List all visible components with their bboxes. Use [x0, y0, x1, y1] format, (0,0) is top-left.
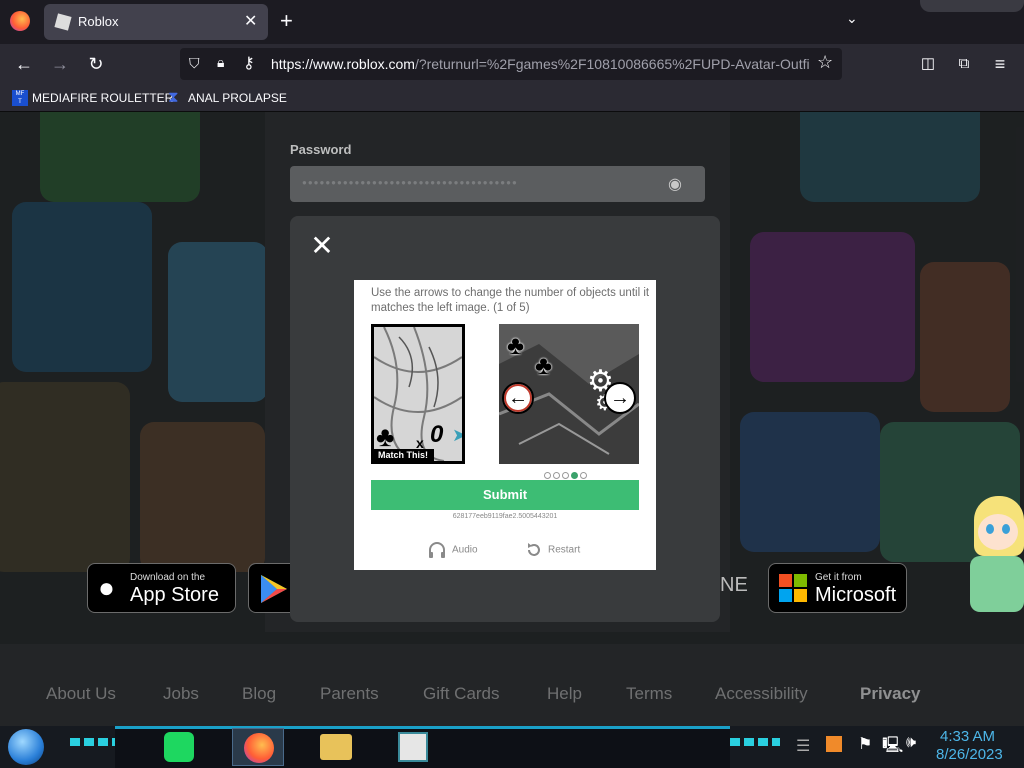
window-frame-decoration [920, 0, 1024, 12]
url-text[interactable]: https://www.roblox.com/?returnurl=%2Fgam… [271, 56, 811, 72]
desktop-sticker-character [966, 496, 1024, 612]
firefox-app-icon[interactable] [232, 728, 284, 766]
tray-app-icon[interactable] [826, 736, 842, 752]
tab-title: Roblox [78, 14, 119, 29]
url-bar[interactable]: ⛉ 🔒︎ ⚷ https://www.roblox.com/?returnurl… [180, 48, 842, 80]
captcha-modal: ✕ Use the arrows to change the number of… [290, 216, 720, 622]
apple-logo-icon: ● [98, 572, 115, 603]
google-play-badge[interactable] [248, 563, 292, 613]
app-store-small: Download on the [130, 572, 206, 583]
password-mask: ●●●●●●●●●●●●●●●●●●●●●●●●●●●●●●●●●●●●● [302, 178, 518, 187]
clock-date[interactable]: 8/26/2023 [936, 746, 1003, 763]
extensions-icon[interactable]: ⧉ [952, 54, 976, 74]
session-id: 628177eeb9119fae2.5005443201 [452, 513, 558, 520]
close-icon[interactable]: ✕ [310, 232, 334, 260]
footer-link-help[interactable]: Help [547, 684, 582, 704]
google-play-icon [261, 575, 287, 603]
site-footer: About Us Jobs Blog Parents Gift Cards Help Ter… [0, 644, 1024, 726]
menu-hamburger-icon[interactable]: ≡ [988, 54, 1012, 74]
reload-icon[interactable]: ↻ [84, 54, 108, 74]
bookmarks-toolbar: MF T MEDIAFIRE ROULETTER ⧗ ANAL PROLAPSE [0, 84, 1024, 112]
browser-tab-bar: Roblox ✕ + ⌄ [0, 0, 1024, 44]
submit-button[interactable]: Submit [371, 480, 639, 510]
captcha-instruction: Use the arrows to change the number of o… [371, 287, 650, 314]
progress-dot [553, 472, 560, 479]
match-this-label: Match This! [374, 449, 435, 461]
url-host: https://www.roblox.com [271, 56, 415, 72]
restart-icon [528, 543, 540, 556]
footer-link-accessibility[interactable]: Accessibility [715, 684, 808, 704]
url-path: /?returnurl=%2Fgames%2F10810086665%2FUPD… [414, 56, 810, 72]
increase-arrow-button[interactable]: → [604, 382, 636, 414]
paw-shape-icon: ♣ [535, 350, 553, 380]
app-store-badge[interactable]: ● Download on the App Store [87, 563, 236, 613]
password-field[interactable]: ●●●●●●●●●●●●●●●●●●●●●●●●●●●●●●●●●●●●● ◉ [290, 166, 705, 202]
footer-link-terms[interactable]: Terms [626, 684, 672, 704]
lock-icon[interactable]: 🔒︎ [217, 54, 224, 71]
count-digit-shape: 0 [430, 421, 444, 448]
spotify-app-icon[interactable] [164, 732, 194, 762]
tab-close-icon[interactable]: ✕ [244, 11, 257, 31]
clock-time[interactable]: 4:33 AM [940, 728, 995, 745]
footer-link-parents[interactable]: Parents [320, 684, 379, 704]
taskbar: ☰ ⚑ 🖳 🕪 4:33 AM 8/26/2023 [0, 726, 1024, 768]
arrow-right-icon: → [610, 387, 630, 409]
roblox-favicon-icon [54, 13, 72, 31]
ms-store-big: Microsoft [815, 584, 897, 606]
progress-dot [562, 472, 569, 479]
partial-store-badge-text: NE [720, 574, 748, 596]
password-label: Password [290, 142, 352, 157]
headphones-icon [429, 542, 445, 558]
footer-link-gift-cards[interactable]: Gift Cards [423, 684, 500, 704]
new-tab-icon[interactable]: + [280, 8, 293, 34]
browser-nav-bar: ← → ↻ ⛉ 🔒︎ ⚷ https://www.roblox.com/?ret… [0, 44, 1024, 84]
network-icon[interactable]: 🖳 [882, 734, 903, 761]
pocket-icon[interactable]: ◫ [916, 54, 940, 74]
forward-icon[interactable]: → [48, 54, 72, 74]
arrow-left-icon: ← [508, 387, 528, 409]
footer-link-privacy[interactable]: Privacy [860, 684, 921, 704]
match-target-image: ♣ x 0 ➤ Match This! [371, 324, 465, 464]
footer-link-about-us[interactable]: About Us [46, 684, 116, 704]
progress-dot [544, 472, 551, 479]
bookmark-label: ANAL PROLAPSE [188, 91, 287, 105]
paw-shape-icon: ♣ [507, 330, 525, 360]
bird-shape-icon: ➤ [452, 425, 462, 446]
app-store-big: App Store [130, 584, 219, 606]
start-orb-icon[interactable] [8, 729, 44, 765]
taskbar-deco-left [70, 738, 120, 746]
firefox-menu-icon[interactable] [10, 11, 30, 31]
decrease-arrow-button[interactable]: ← [502, 382, 534, 414]
bookmark-label: MEDIAFIRE ROULETTER [32, 91, 174, 105]
audio-challenge-link[interactable]: Audio [428, 542, 478, 559]
captcha-frame: Use the arrows to change the number of o… [354, 280, 656, 570]
bookmark-star-icon[interactable]: ☆ [817, 52, 833, 73]
microsoft-store-badge[interactable]: Get it from Microsoft [768, 563, 907, 613]
file-explorer-app-icon[interactable] [320, 734, 352, 760]
bookmark-icon: ⧗ [168, 89, 179, 106]
progress-dot [571, 472, 578, 479]
volume-icon[interactable]: 🕪 [906, 734, 916, 752]
shield-icon[interactable]: ⛉ [189, 55, 200, 72]
tab-roblox[interactable]: Roblox ✕ [44, 4, 268, 40]
back-icon[interactable]: ← [12, 54, 36, 74]
progress-dot [580, 472, 587, 479]
document-app-icon[interactable] [398, 732, 428, 762]
restart-label: Restart [548, 544, 581, 556]
restart-link[interactable]: Restart [526, 542, 580, 559]
audio-label: Audio [452, 544, 478, 556]
list-tabs-chevron-icon[interactable]: ⌄ [846, 10, 858, 27]
tray-separator-icon: ☰ [796, 738, 811, 755]
microsoft-logo-icon [779, 574, 807, 602]
footer-link-jobs[interactable]: Jobs [163, 684, 199, 704]
mediafire-icon: MF T [12, 90, 28, 106]
ms-store-small: Get it from [815, 572, 862, 583]
footer-link-blog[interactable]: Blog [242, 684, 276, 704]
taskbar-deco-right [730, 738, 780, 746]
show-password-eye-icon[interactable]: ◉ [668, 174, 682, 194]
roblox-page: Password ●●●●●●●●●●●●●●●●●●●●●●●●●●●●●●●… [0, 112, 1024, 726]
action-center-flag-icon[interactable]: ⚑ [858, 734, 872, 754]
progress-dots [544, 466, 589, 479]
key-icon[interactable]: ⚷ [243, 53, 255, 73]
